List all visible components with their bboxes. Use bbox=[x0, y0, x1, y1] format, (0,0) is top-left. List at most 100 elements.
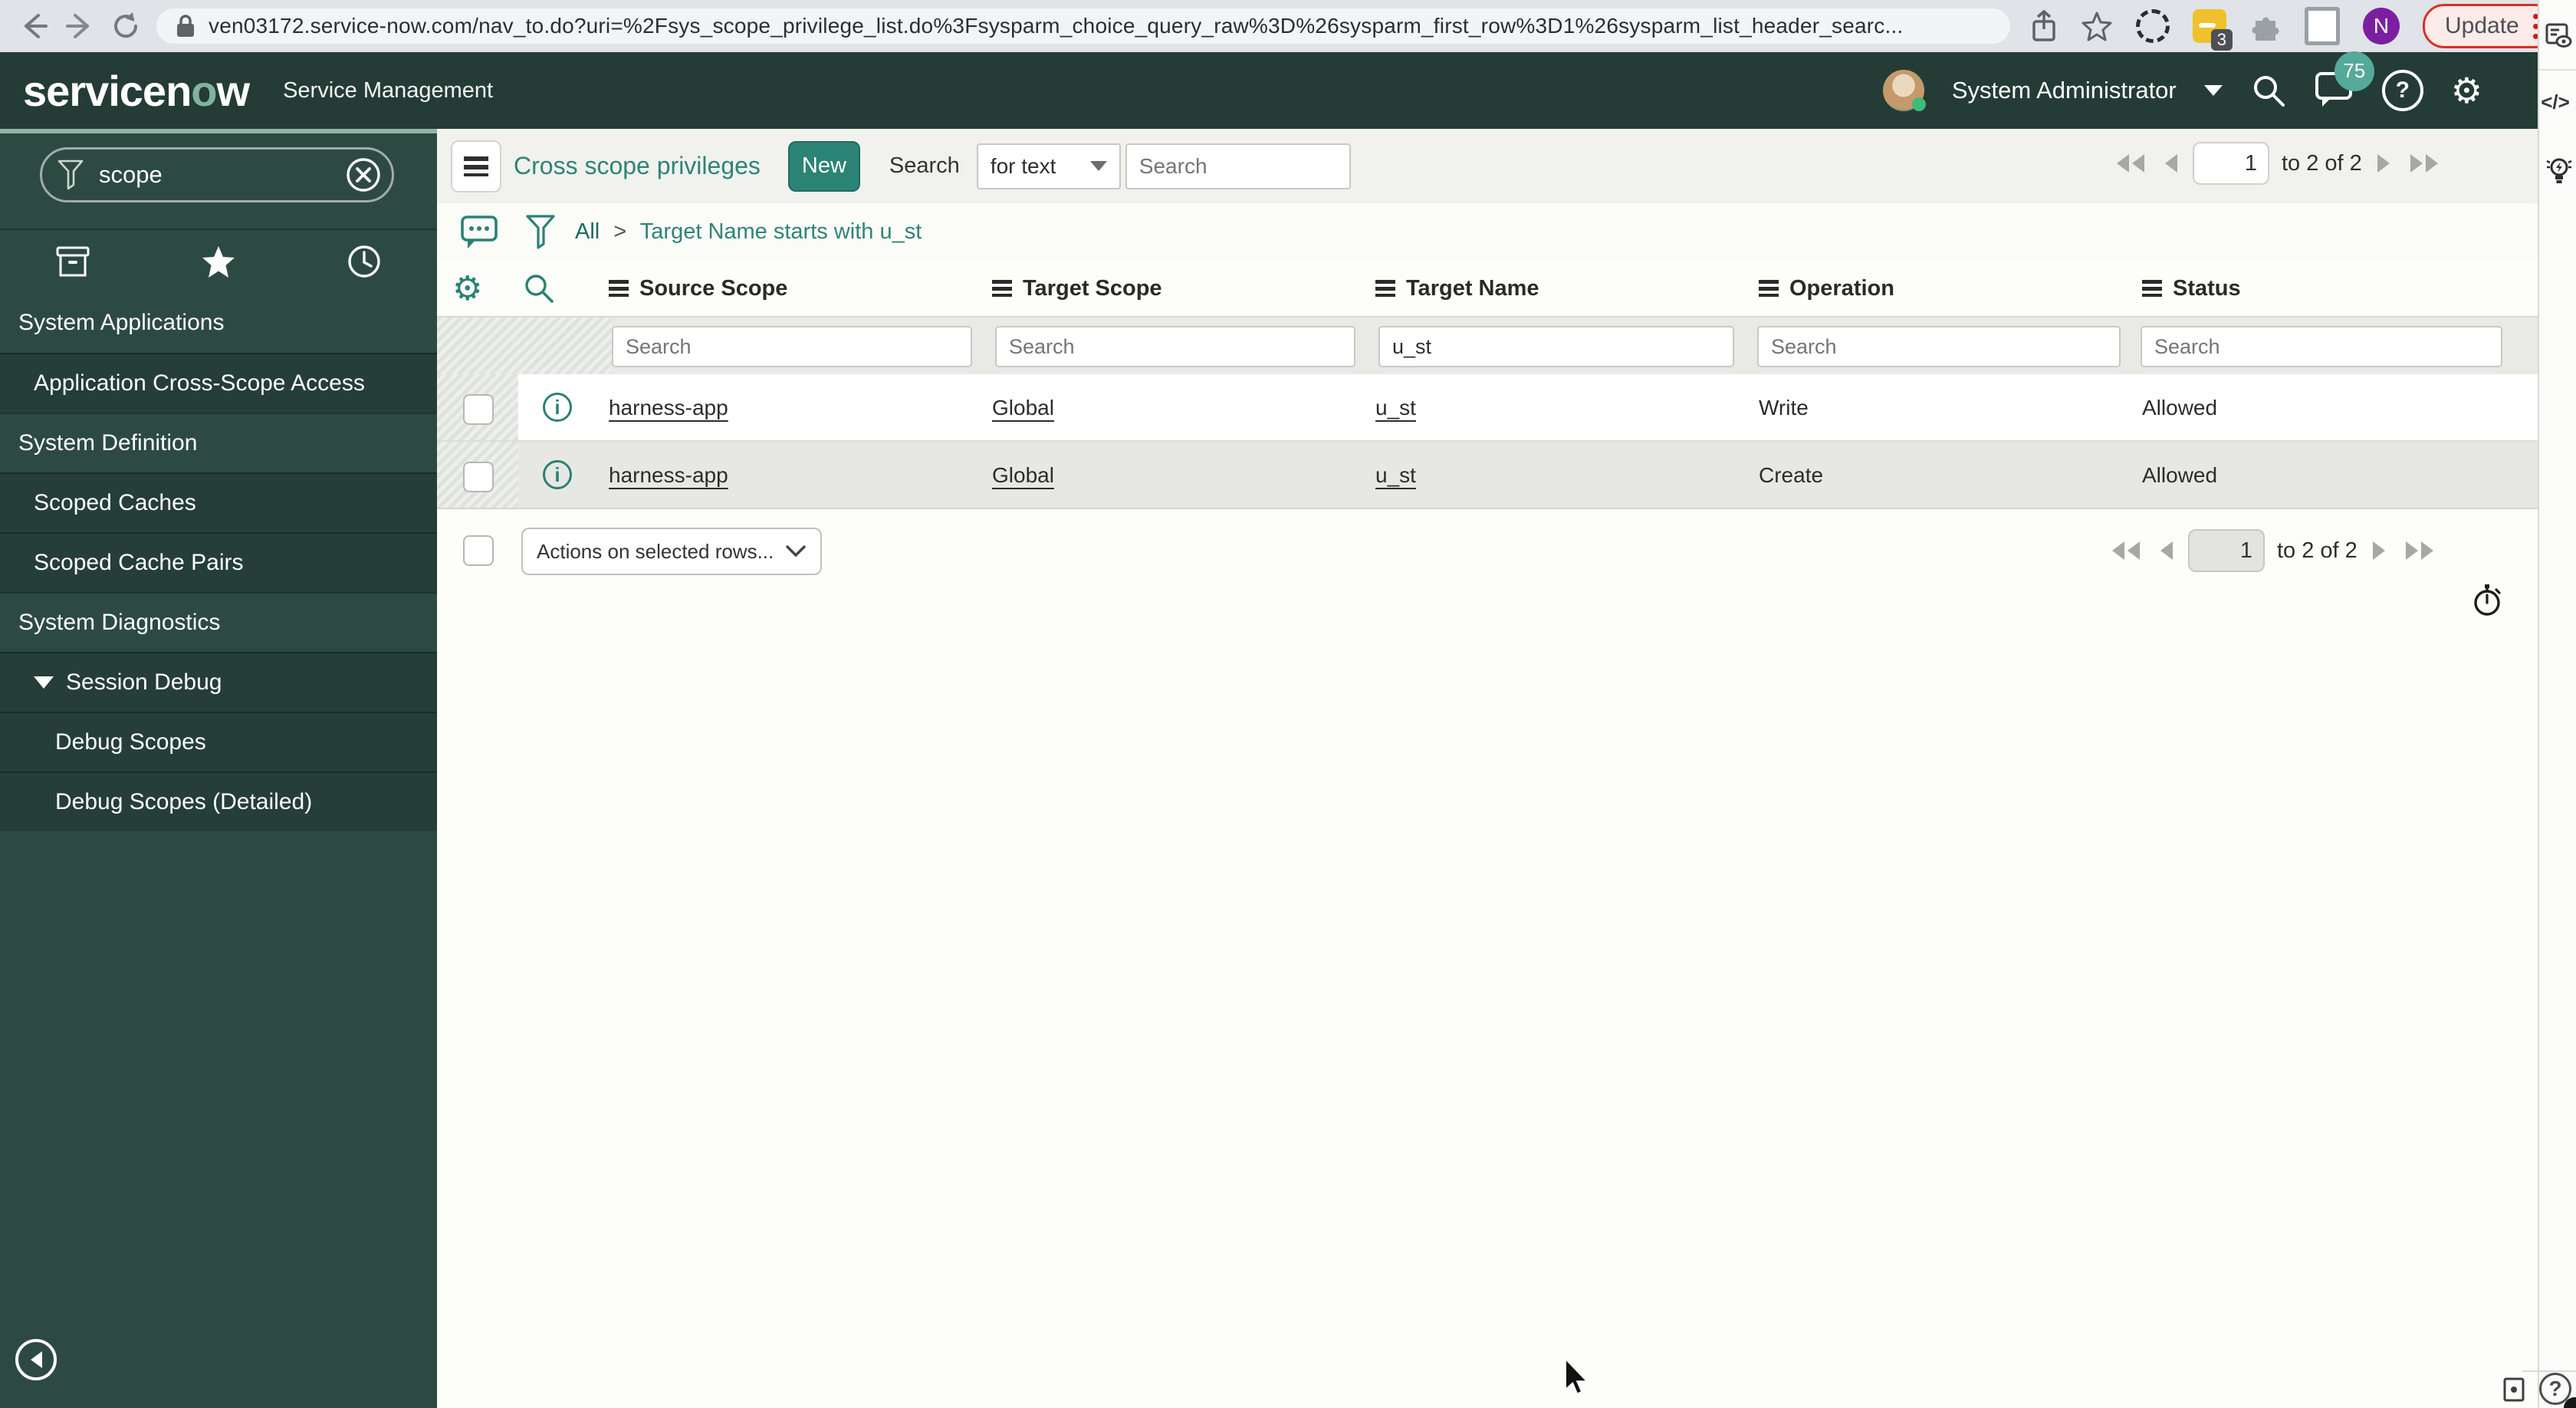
cell-target-name[interactable]: u_st bbox=[1375, 442, 1416, 509]
search-type-select[interactable]: for text bbox=[976, 143, 1121, 189]
record-info-icon[interactable]: i bbox=[543, 393, 572, 422]
select-all-checkbox[interactable] bbox=[463, 535, 494, 566]
column-header-status[interactable]: Status bbox=[2142, 261, 2241, 316]
clear-filter-icon[interactable] bbox=[346, 157, 381, 192]
column-header-target-scope[interactable]: Target Scope bbox=[992, 261, 1162, 316]
nav-header-system-definition[interactable]: System Definition bbox=[0, 413, 437, 472]
nav-module-session-debug[interactable]: Session Debug bbox=[0, 652, 437, 712]
breadcrumb-condition-link[interactable]: Target Name starts with u_st bbox=[640, 219, 922, 244]
extension-yellow-icon[interactable]: 3 bbox=[2193, 9, 2233, 51]
browser-reload-icon[interactable] bbox=[109, 9, 143, 43]
profile-initial: N bbox=[2373, 14, 2390, 38]
new-record-button[interactable]: New bbox=[787, 140, 860, 192]
settings-gear-icon[interactable]: ⚙ bbox=[2451, 73, 2482, 108]
nav-header-system-diagnostics[interactable]: System Diagnostics bbox=[0, 592, 437, 652]
previous-page-icon[interactable] bbox=[2160, 152, 2180, 175]
column-search-toggle-icon[interactable] bbox=[523, 261, 555, 316]
sidebar-accent-line bbox=[0, 129, 437, 133]
cell-source-scope[interactable]: harness-app bbox=[609, 374, 728, 442]
monitor-icon[interactable] bbox=[2501, 1376, 2527, 1407]
actions-on-selected-rows-select[interactable]: Actions on selected rows... bbox=[521, 528, 822, 575]
next-page-icon[interactable] bbox=[2370, 539, 2390, 562]
user-menu[interactable]: System Administrator bbox=[1952, 77, 2177, 104]
page-number-input[interactable] bbox=[2188, 529, 2265, 572]
list-context-menu-button[interactable] bbox=[451, 140, 501, 192]
search-row-stripe bbox=[437, 317, 612, 376]
last-page-icon[interactable] bbox=[2407, 152, 2442, 175]
nav-module-application-cross-scope-access[interactable]: Application Cross-Scope Access bbox=[0, 353, 437, 413]
record-info-icon[interactable]: i bbox=[543, 460, 572, 489]
share-icon[interactable] bbox=[2030, 9, 2058, 43]
list-title[interactable]: Cross scope privileges bbox=[514, 152, 761, 180]
search-label: Search bbox=[889, 153, 960, 178]
row-checkbox[interactable] bbox=[463, 462, 494, 492]
extension-badge: 3 bbox=[2210, 29, 2233, 51]
user-avatar[interactable] bbox=[1882, 70, 1926, 111]
address-bar[interactable]: ven03172.service-now.com/nav_to.do?uri=%… bbox=[156, 8, 2010, 44]
search-source-scope-input[interactable] bbox=[612, 326, 972, 367]
column-header-source-scope[interactable]: Source Scope bbox=[609, 261, 787, 316]
next-page-icon[interactable] bbox=[2374, 152, 2394, 175]
column-header-operation[interactable]: Operation bbox=[1759, 261, 1894, 316]
pagination-bottom: to 2 of 2 bbox=[2108, 529, 2437, 572]
search-target-scope-input[interactable] bbox=[995, 326, 1355, 367]
global-search-icon[interactable] bbox=[2250, 72, 2287, 109]
tab-all-applications[interactable] bbox=[0, 230, 146, 293]
browser-forward-icon[interactable] bbox=[63, 9, 97, 43]
column-header-target-name[interactable]: Target Name bbox=[1375, 261, 1539, 316]
nav-module-debug-scopes[interactable]: Debug Scopes bbox=[0, 712, 437, 771]
list-chat-icon[interactable] bbox=[460, 212, 500, 252]
nav-module-scoped-caches[interactable]: Scoped Caches bbox=[0, 472, 437, 532]
collapse-sidebar-button[interactable] bbox=[15, 1339, 57, 1380]
page-number-input[interactable] bbox=[2193, 142, 2269, 185]
browser-profile-avatar[interactable]: N bbox=[2363, 8, 2400, 44]
browser-update-button[interactable]: Update bbox=[2423, 4, 2556, 48]
nav-module-scoped-cache-pairs[interactable]: Scoped Cache Pairs bbox=[0, 532, 437, 592]
navigator-filter[interactable] bbox=[40, 147, 394, 202]
navigator-filter-input[interactable] bbox=[97, 160, 346, 189]
tab-history[interactable] bbox=[291, 230, 437, 293]
form-view-icon[interactable] bbox=[2544, 21, 2573, 54]
browser-back-icon[interactable] bbox=[17, 9, 51, 43]
first-page-icon[interactable] bbox=[2113, 152, 2148, 175]
table-header-row: ⚙ Source Scope Target Scope Target Name … bbox=[437, 261, 2538, 316]
response-time-stopwatch-icon[interactable] bbox=[2470, 583, 2504, 622]
code-icon[interactable]: </> bbox=[2541, 90, 2570, 114]
chevron-down-icon[interactable] bbox=[2203, 85, 2223, 96]
extension-spinner-icon[interactable] bbox=[2136, 9, 2170, 43]
previous-page-icon[interactable] bbox=[2156, 539, 2176, 562]
search-target-name-input[interactable] bbox=[1378, 326, 1734, 367]
tab-favorites[interactable] bbox=[146, 230, 291, 293]
nav-header-system-applications[interactable]: System Applications bbox=[0, 293, 437, 353]
rail-divider bbox=[2539, 69, 2576, 71]
servicenow-logo[interactable]: servicenow bbox=[23, 66, 250, 116]
mouse-cursor bbox=[1564, 1357, 1596, 1400]
breadcrumb-filter-icon[interactable] bbox=[526, 214, 555, 250]
cell-source-scope[interactable]: harness-app bbox=[609, 442, 728, 509]
cell-operation: Write bbox=[1759, 396, 1809, 419]
help-icon[interactable]: ? bbox=[2381, 70, 2423, 111]
cell-target-name[interactable]: u_st bbox=[1375, 374, 1416, 442]
cell-target-scope[interactable]: Global bbox=[992, 442, 1054, 509]
search-status-input[interactable] bbox=[2141, 326, 2502, 367]
personalize-list-gear-icon[interactable]: ⚙ bbox=[452, 261, 482, 316]
application-navigator: System Applications Application Cross-Sc… bbox=[0, 129, 437, 1408]
side-panel-icon[interactable] bbox=[2305, 7, 2340, 45]
list-search-input[interactable] bbox=[1125, 143, 1351, 189]
search-operation-input[interactable] bbox=[1757, 326, 2121, 367]
extensions-puzzle-icon[interactable] bbox=[2249, 10, 2282, 42]
row-checkbox[interactable] bbox=[463, 394, 494, 425]
connect-chat-icon[interactable]: 75 bbox=[2315, 51, 2374, 112]
column-menu-icon bbox=[1759, 280, 1779, 297]
breadcrumb-all-link[interactable]: All bbox=[575, 219, 600, 244]
cell-target-scope[interactable]: Global bbox=[992, 374, 1054, 442]
table-row: i harness-app Global u_st Write Allowed bbox=[437, 374, 2538, 442]
row-range-label: to 2 of 2 bbox=[2282, 150, 2362, 176]
navigator-results: System Applications Application Cross-Sc… bbox=[0, 293, 437, 831]
pagination-top: to 2 of 2 bbox=[2113, 142, 2442, 185]
nav-module-debug-scopes-detailed[interactable]: Debug Scopes (Detailed) bbox=[0, 771, 437, 831]
last-page-icon[interactable] bbox=[2402, 539, 2437, 562]
idea-lightbulb-icon[interactable] bbox=[2544, 155, 2573, 194]
bookmark-star-icon[interactable] bbox=[2081, 10, 2113, 42]
first-page-icon[interactable] bbox=[2108, 539, 2144, 562]
